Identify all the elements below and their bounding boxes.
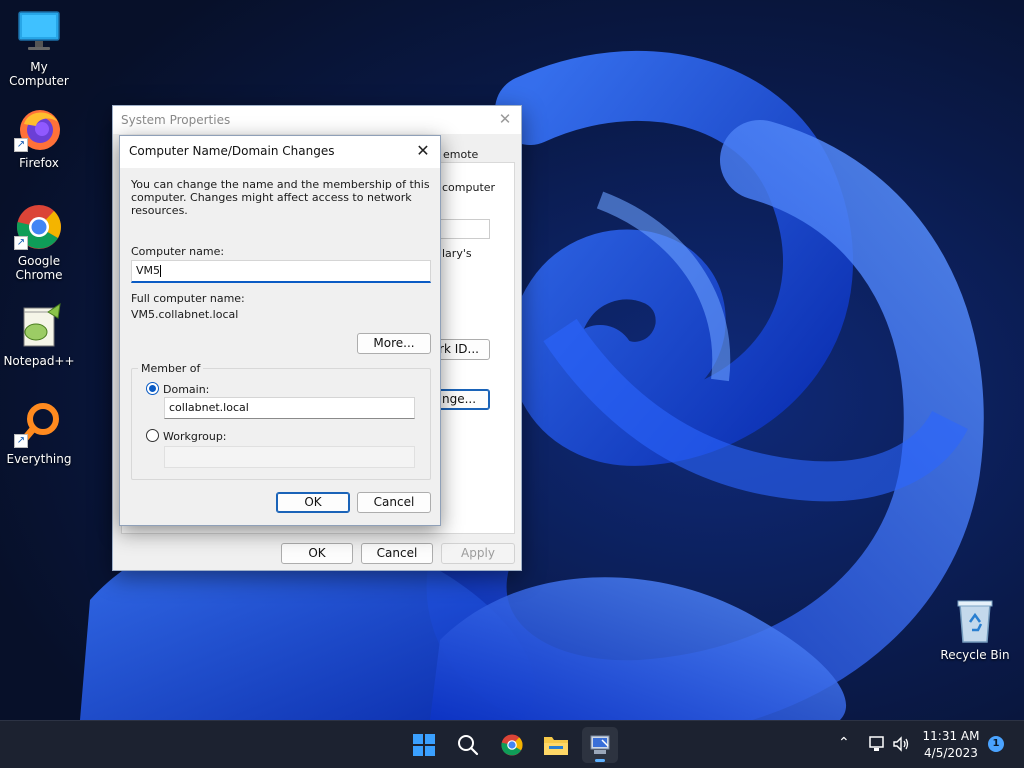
computer-name-input[interactable]: VM5: [131, 260, 431, 283]
full-computer-name-value: VM5.collabnet.local: [131, 308, 239, 321]
computer-name-value: VM5: [136, 264, 161, 277]
workgroup-label: Workgroup:: [163, 430, 227, 443]
desktop-icon-recycle-bin[interactable]: Recycle Bin: [936, 596, 1014, 662]
system-properties-titlebar[interactable]: System Properties ✕: [113, 106, 521, 134]
system-properties-icon: [590, 735, 610, 754]
desktop-icon-label: My Computer: [9, 60, 69, 88]
desktop-icon-label: Everything: [6, 452, 72, 466]
everything-search-icon: ↗: [14, 400, 64, 450]
start-button[interactable]: [406, 727, 442, 763]
taskbar-chrome-button[interactable]: [494, 727, 530, 763]
desktop-icon-everything[interactable]: ↗ Everything: [0, 400, 78, 466]
system-properties-title: System Properties: [121, 113, 231, 127]
dialog-cancel-button[interactable]: Cancel: [357, 492, 431, 513]
chrome-icon: [501, 734, 523, 756]
sysprops-apply-button[interactable]: Apply: [441, 543, 515, 564]
recycle-bin-icon: [950, 596, 1000, 646]
sysprops-ok-button[interactable]: OK: [281, 543, 353, 564]
panel-text-fragment: lary's: [442, 247, 472, 260]
panel-textbox-fragment: [438, 219, 490, 239]
network-icon[interactable]: [868, 735, 886, 753]
taskbar-file-explorer-button[interactable]: [538, 727, 574, 763]
volume-icon[interactable]: [892, 735, 910, 753]
desktop-icon-label: Google Chrome: [15, 254, 63, 282]
shortcut-arrow-icon: ↗: [14, 236, 28, 250]
desktop-icon-label: Notepad++: [3, 354, 75, 368]
desktop-icon-label: Firefox: [19, 156, 59, 170]
domain-radio[interactable]: [146, 382, 159, 395]
dialog-title: Computer Name/Domain Changes: [129, 144, 335, 158]
active-indicator: [595, 759, 605, 762]
text-cursor: [160, 265, 162, 277]
member-of-label: Member of: [138, 362, 204, 375]
more-button[interactable]: More...: [357, 333, 431, 354]
taskbar: ⌃ 11:31 AM 4/5/2023: [0, 720, 1024, 768]
domain-label: Domain:: [163, 383, 210, 396]
computer-name-dialog[interactable]: Computer Name/Domain Changes ✕ You can c…: [119, 135, 441, 526]
workgroup-radio[interactable]: [146, 429, 159, 442]
dialog-description: You can change the name and the membersh…: [131, 178, 430, 217]
notification-badge[interactable]: 1: [988, 736, 1004, 752]
panel-text-fragment: computer: [442, 181, 496, 194]
desktop-icon-label: Recycle Bin: [940, 648, 1010, 662]
close-icon[interactable]: ✕: [414, 142, 432, 160]
desktop-icon-notepad-plus-plus[interactable]: Notepad++: [0, 302, 78, 368]
tab-remote-fragment[interactable]: emote: [443, 148, 478, 161]
notepad-plus-plus-icon: [14, 302, 64, 352]
clock-time[interactable]: 11:31 AM: [918, 729, 984, 743]
domain-value: collabnet.local: [169, 401, 249, 414]
taskbar-system-properties-button[interactable]: [582, 727, 618, 763]
shortcut-arrow-icon: ↗: [14, 434, 28, 448]
clock-date[interactable]: 4/5/2023: [918, 746, 984, 760]
full-computer-name-label: Full computer name:: [131, 292, 245, 305]
folder-icon: [544, 737, 568, 755]
domain-input[interactable]: collabnet.local: [164, 397, 415, 419]
dialog-ok-button[interactable]: OK: [276, 492, 350, 513]
chevron-up-icon[interactable]: ⌃: [838, 735, 850, 751]
sysprops-cancel-button[interactable]: Cancel: [361, 543, 433, 564]
search-button[interactable]: [450, 727, 486, 763]
computer-name-label: Computer name:: [131, 245, 225, 258]
dialog-titlebar[interactable]: Computer Name/Domain Changes ✕: [120, 136, 440, 168]
shortcut-arrow-icon: ↗: [14, 138, 28, 152]
chrome-icon: ↗: [14, 202, 64, 252]
workgroup-input[interactable]: [164, 446, 415, 468]
desktop-icon-firefox[interactable]: ↗ Firefox: [0, 104, 78, 170]
windows-logo-icon: [413, 734, 435, 756]
close-icon[interactable]: ✕: [497, 111, 513, 127]
desktop-icon-google-chrome[interactable]: ↗ Google Chrome: [0, 202, 78, 282]
search-icon: [458, 735, 479, 756]
monitor-icon: [14, 8, 64, 58]
firefox-icon: ↗: [14, 104, 64, 154]
desktop-icon-my-computer[interactable]: My Computer: [0, 8, 78, 88]
